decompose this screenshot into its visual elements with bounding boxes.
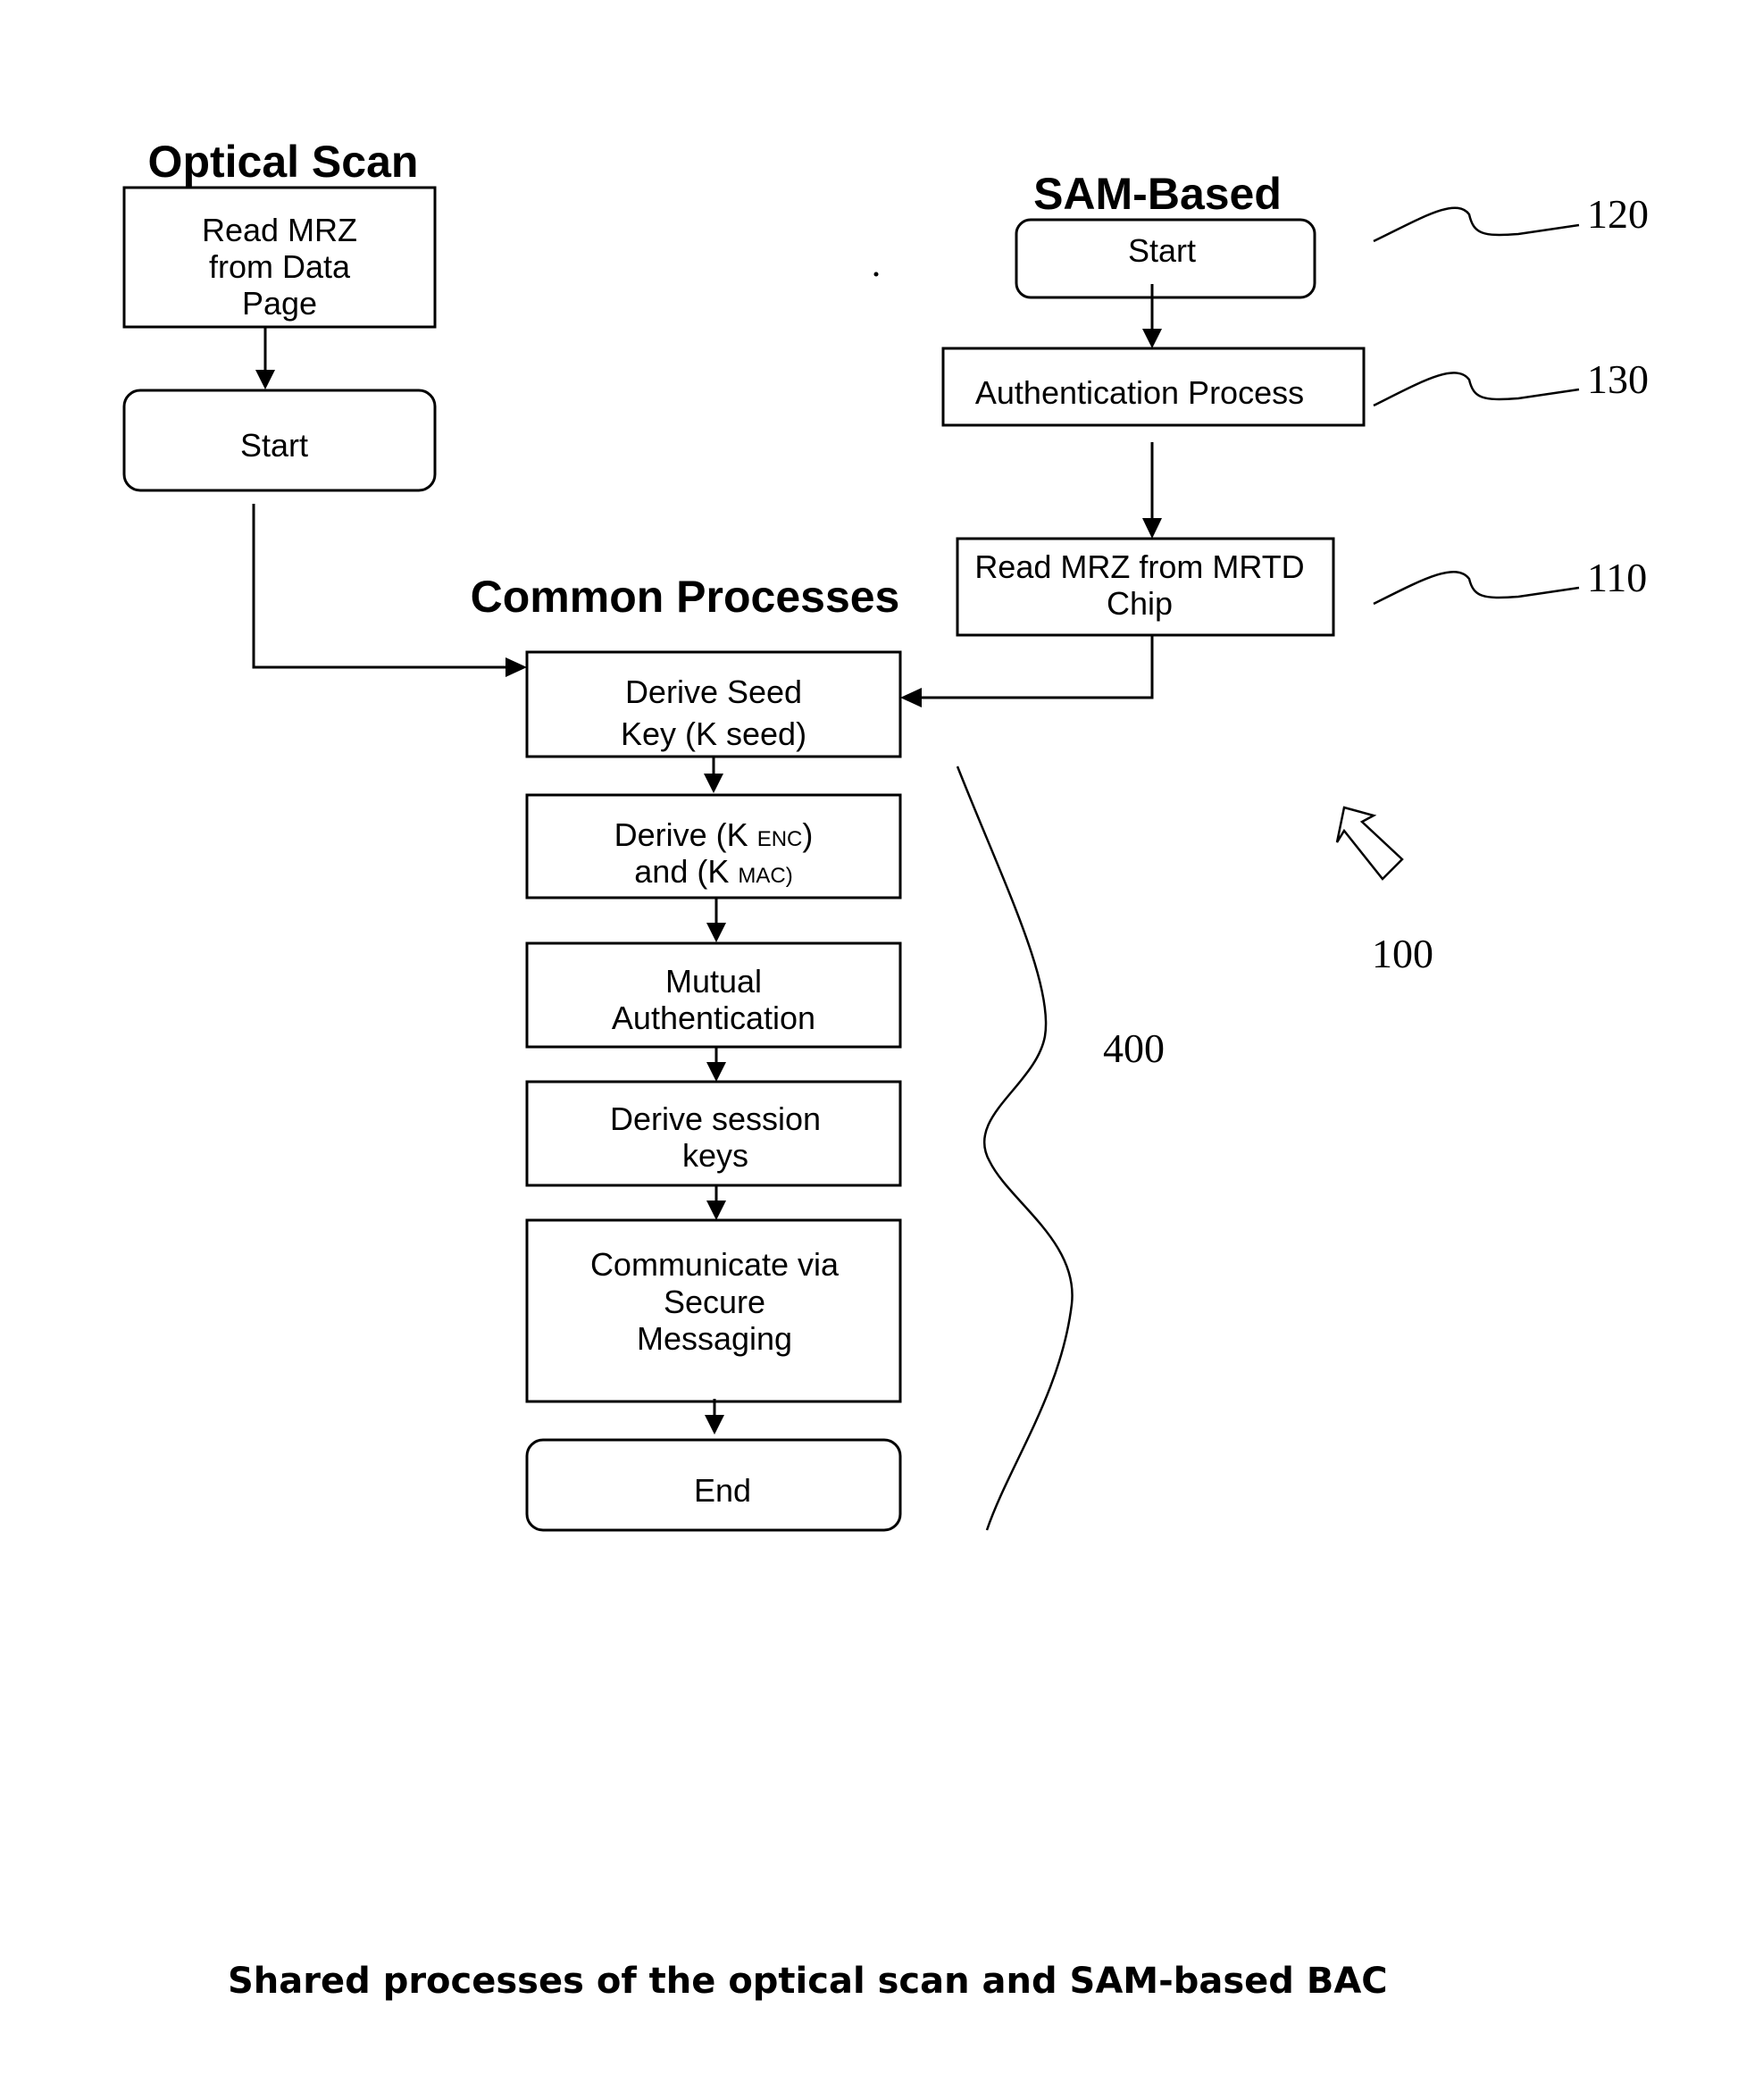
mutual-line1: Mutual xyxy=(665,963,762,1000)
mutual-line2: Authentication xyxy=(612,1000,815,1036)
arrowhead-icon xyxy=(900,688,922,707)
sam-start-label: Start xyxy=(1128,232,1196,269)
arrowhead-icon xyxy=(706,1062,726,1082)
sam-start-box: Start xyxy=(1015,218,1316,299)
optical-start-box: Start xyxy=(122,389,437,492)
leader-110 xyxy=(1373,571,1580,606)
derive-seed-line2: Key (K seed) xyxy=(621,715,806,752)
secure-line3: Messaging xyxy=(637,1320,792,1357)
arrowhead-icon xyxy=(1142,329,1162,348)
ref-100: 100 xyxy=(1372,931,1433,976)
read-mrz-chip-box: Read MRZ from MRTD Chip xyxy=(956,537,1335,637)
derive-seed-key-box: Derive Seed Key (K seed) xyxy=(525,650,902,758)
derive-enc-mac-box: Derive (K ENC) and (K MAC) xyxy=(525,793,902,899)
leader-120 xyxy=(1373,206,1580,243)
arrowhead-icon xyxy=(255,370,275,389)
optical-scan-title: Optical Scan xyxy=(148,137,419,187)
hollow-arrow-icon xyxy=(1335,806,1404,881)
secure-line2: Secure xyxy=(664,1284,765,1320)
leader-130 xyxy=(1373,372,1580,407)
optical-start-label: Start xyxy=(240,427,308,464)
common-processes-title: Common Processes xyxy=(471,572,900,622)
flowchart-diagram: Optical Scan Read MRZ from Data Page Sta… xyxy=(122,137,1649,2002)
ref-110: 110 xyxy=(1587,555,1647,600)
session-line2: keys xyxy=(682,1137,748,1174)
arrowhead-icon xyxy=(705,1415,724,1435)
authentication-process-label: Authentication Process xyxy=(975,374,1304,411)
figure-caption: Shared processes of the optical scan and… xyxy=(228,1961,1388,2002)
connector-sam-to-common xyxy=(920,635,1154,699)
mutual-authentication-box: Mutual Authentication xyxy=(525,941,902,1049)
arrowhead-icon xyxy=(706,923,726,942)
read-mrz-data-page-box: Read MRZ from Data Page xyxy=(122,186,437,329)
sam-based-title: SAM-Based xyxy=(1033,169,1282,219)
arrowhead-icon xyxy=(706,1201,726,1220)
authentication-process-box: Authentication Process xyxy=(941,347,1366,427)
ref-120: 120 xyxy=(1587,191,1649,237)
end-label: End xyxy=(694,1472,751,1509)
read-mrz-line1: Read MRZ xyxy=(202,212,357,248)
arrowhead-icon xyxy=(704,774,723,793)
secure-messaging-box: Communicate via Secure Messaging xyxy=(525,1218,902,1403)
bracket-400 xyxy=(956,766,1074,1531)
read-chip-line1: Read MRZ from MRTD xyxy=(974,548,1304,585)
scan-dot xyxy=(873,272,879,277)
read-mrz-line3: Page xyxy=(242,285,317,322)
ref-130: 130 xyxy=(1587,356,1649,402)
read-chip-line2: Chip xyxy=(1107,585,1173,622)
read-mrz-line2: from Data xyxy=(209,248,351,285)
derive-seed-line1: Derive Seed xyxy=(625,674,802,710)
derive-session-keys-box: Derive session keys xyxy=(525,1080,902,1187)
secure-line1: Communicate via xyxy=(590,1246,840,1283)
ref-400: 400 xyxy=(1103,1025,1165,1071)
arrowhead-icon xyxy=(1142,518,1162,539)
session-line1: Derive session xyxy=(610,1100,821,1137)
arrowhead-icon xyxy=(506,657,527,677)
end-box: End xyxy=(525,1438,902,1532)
